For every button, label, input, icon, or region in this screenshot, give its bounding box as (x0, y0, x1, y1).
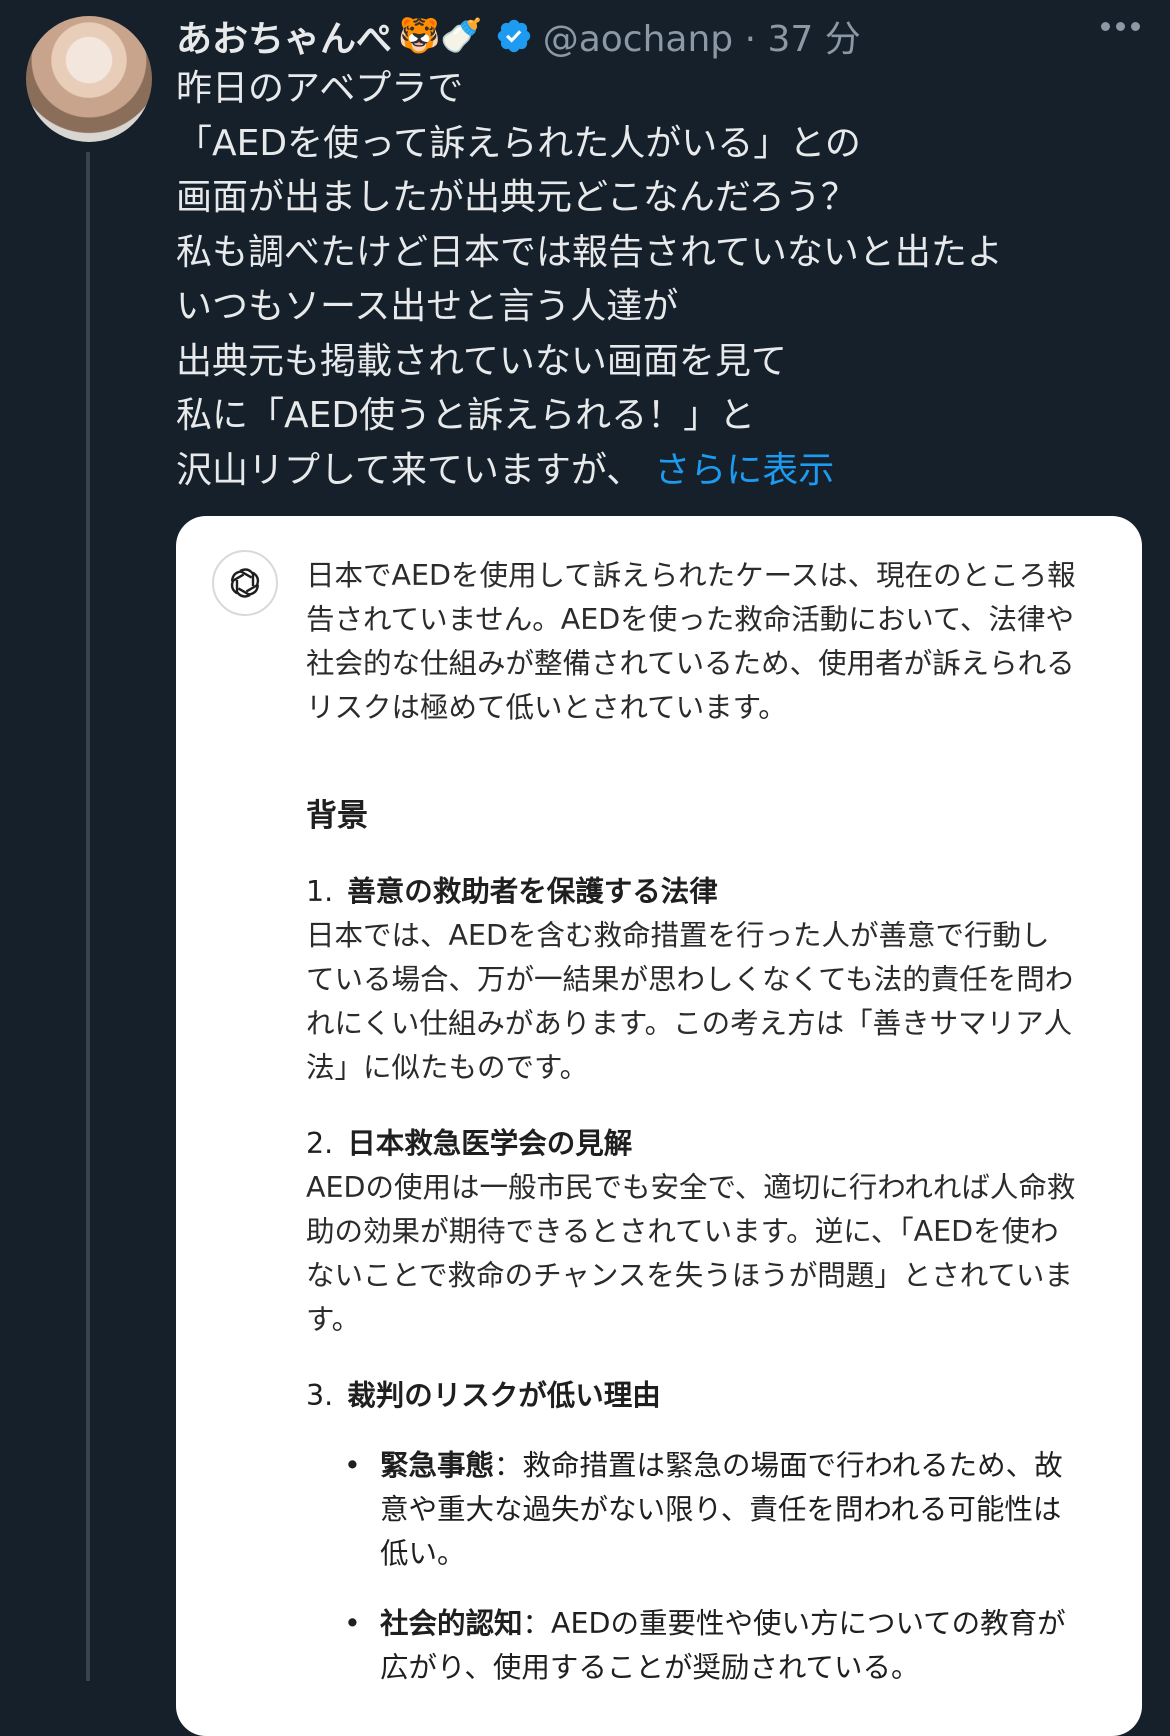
chatgpt-logo-icon (212, 550, 278, 616)
tweet-line: 沢山リプして来ていますが、 さらに表示 (176, 449, 835, 491)
author-handle[interactable]: @aochanp · 37 分 (543, 10, 861, 62)
attached-image-card[interactable]: 日本でAEDを使用して訴えられたケースは、現在のところ報告されていません。AED… (176, 516, 1142, 1736)
numbered-item-title: 2. 日本救急医学会の見解 (306, 1127, 633, 1160)
answer-body: 日本でAEDを使用して訴えられたケースは、現在のところ報告されていません。AED… (306, 554, 1076, 1716)
name-emojis: 🐯🍼 (398, 16, 483, 56)
tweet-line: 画面が出ましたが出典元どこなんだろう？ (176, 177, 857, 218)
tweet-line: 私も調べたけど日本では報告されていないと出たよ (176, 231, 1003, 273)
thread-line (86, 152, 90, 1681)
verified-badge-icon (497, 19, 530, 53)
tweet-line: 出典元も掲載されていない画面を見て (176, 340, 787, 382)
more-options-icon[interactable] (1101, 22, 1140, 31)
timestamp: 37 分 (767, 19, 861, 60)
show-more-link[interactable]: さらに表示 (654, 450, 834, 491)
tweet-line: 私に「AED使うと訴えられる！」と (176, 395, 756, 436)
avatar[interactable] (26, 16, 152, 142)
numbered-item-body: 日本では、AEDを含む救命措置を行った人が善意で行動している場合、万が一結果が思… (306, 919, 1074, 1084)
tweet-line: 「AEDを使って訴えられた人がいる」との (176, 122, 861, 164)
tweet-text: 昨日のアベプラで 「AEDを使って訴えられた人がいる」との 画面が出ましたが出典… (176, 62, 1136, 498)
tweet-line: いつもソース出せと言う人達が (176, 286, 679, 327)
tweet-line: 昨日のアベプラで (176, 68, 464, 109)
bullet-item: 社会的認知：AEDの重要性や使い方についての教育が広がり、使用することが奨励され… (344, 1602, 1076, 1690)
tweet-header: あおちゃんぺ 🐯🍼 @aochanp · 37 分 (176, 8, 861, 64)
author-name[interactable]: あおちゃんぺ (176, 10, 392, 62)
numbered-item-title: 3. 裁判のリスクが低い理由 (306, 1379, 661, 1412)
numbered-item-body: AEDの使用は一般市民でも安全で、適切に行われれば人命救助の効果が期待できるとさ… (306, 1171, 1076, 1336)
answer-intro: 日本でAEDを使用して訴えられたケースは、現在のところ報告されていません。AED… (306, 559, 1076, 724)
numbered-item-title: 1. 善意の救助者を保護する法律 (306, 875, 718, 908)
bullet-item: 緊急事態：救命措置は緊急の場面で行われるため、故意や重大な過失がない限り、責任を… (344, 1444, 1076, 1576)
bullet-list: 緊急事態：救命措置は緊急の場面で行われるため、故意や重大な過失がない限り、責任を… (306, 1444, 1076, 1690)
section-heading: 背景 (306, 798, 368, 834)
